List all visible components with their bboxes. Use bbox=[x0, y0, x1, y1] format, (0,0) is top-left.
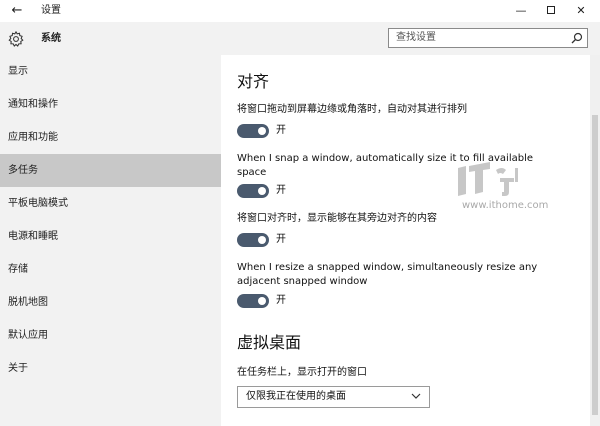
sidebar-item-apps[interactable]: 应用和功能 bbox=[0, 121, 221, 154]
snap-setting-1-state: 开 bbox=[276, 125, 286, 136]
ithome-logo bbox=[458, 162, 518, 196]
toggle-knob bbox=[258, 127, 266, 135]
search-placeholder: 查找设置 bbox=[396, 32, 436, 43]
snap-setting-3-label: 将窗口对齐时，显示能够在其旁边对齐的内容 bbox=[237, 213, 437, 224]
snap-heading: 对齐 bbox=[237, 72, 270, 91]
taskbar-windows-label: 在任务栏上，显示打开的窗口 bbox=[237, 367, 367, 378]
taskbar-windows-dropdown[interactable]: 仅限我正在使用的桌面 bbox=[237, 386, 430, 408]
sidebar-item-storage[interactable]: 存储 bbox=[0, 253, 221, 286]
title-bar: ← 设置 — ✕ bbox=[0, 0, 600, 22]
search-input[interactable]: 查找设置 bbox=[388, 28, 588, 48]
watermark-url: www.ithome.com bbox=[462, 200, 549, 211]
snap-setting-1-label: 将窗口拖动到屏幕边缘或角落时，自动对其进行排列 bbox=[237, 104, 467, 115]
sidebar-item-display[interactable]: 显示 bbox=[0, 55, 221, 88]
chevron-down-icon bbox=[411, 393, 421, 399]
minimize-button[interactable]: — bbox=[506, 2, 536, 20]
virtual-desktops-heading: 虚拟桌面 bbox=[237, 333, 302, 352]
close-button[interactable]: ✕ bbox=[566, 2, 596, 20]
snap-setting-1-toggle[interactable] bbox=[237, 124, 269, 138]
toggle-knob bbox=[258, 236, 266, 244]
gear-icon bbox=[8, 30, 24, 47]
snap-setting-4-label: When I resize a snapped window, simultan… bbox=[237, 262, 538, 287]
back-button[interactable]: ← bbox=[6, 2, 28, 20]
sidebar-item-notifications[interactable]: 通知和操作 bbox=[0, 88, 221, 121]
search-icon[interactable] bbox=[571, 32, 583, 44]
sidebar-header: 系统 bbox=[0, 22, 221, 55]
maximize-icon bbox=[547, 6, 555, 14]
scrollbar-thumb[interactable] bbox=[592, 115, 598, 415]
snap-setting-2-toggle[interactable] bbox=[237, 184, 269, 198]
sidebar-item-multitasking[interactable]: 多任务 bbox=[0, 154, 221, 187]
toggle-knob bbox=[258, 187, 266, 195]
vertical-scrollbar[interactable] bbox=[590, 55, 600, 426]
toggle-knob bbox=[258, 297, 266, 305]
snap-setting-4-toggle[interactable] bbox=[237, 294, 269, 308]
main-content: 对齐 将窗口拖动到屏幕边缘或角落时，自动对其进行排列 开 When I snap… bbox=[221, 55, 590, 426]
sidebar-item-default-apps[interactable]: 默认应用 bbox=[0, 319, 221, 352]
sidebar: 系统 显示 通知和操作 应用和功能 多任务 平板电脑模式 电源和睡眠 存储 脱机… bbox=[0, 22, 221, 426]
maximize-button[interactable] bbox=[536, 2, 566, 20]
snap-setting-3-state: 开 bbox=[276, 234, 286, 245]
sidebar-item-offline-maps[interactable]: 脱机地图 bbox=[0, 286, 221, 319]
section-title: 系统 bbox=[41, 33, 61, 44]
sidebar-item-about[interactable]: 关于 bbox=[0, 352, 221, 385]
snap-setting-4-state: 开 bbox=[276, 295, 286, 306]
sidebar-item-tablet-mode[interactable]: 平板电脑模式 bbox=[0, 187, 221, 220]
dropdown-selected-value: 仅限我正在使用的桌面 bbox=[246, 391, 346, 402]
sidebar-item-power-sleep[interactable]: 电源和睡眠 bbox=[0, 220, 221, 253]
snap-setting-3-toggle[interactable] bbox=[237, 233, 269, 247]
snap-setting-2-state: 开 bbox=[276, 185, 286, 196]
window-title: 设置 bbox=[41, 5, 61, 16]
